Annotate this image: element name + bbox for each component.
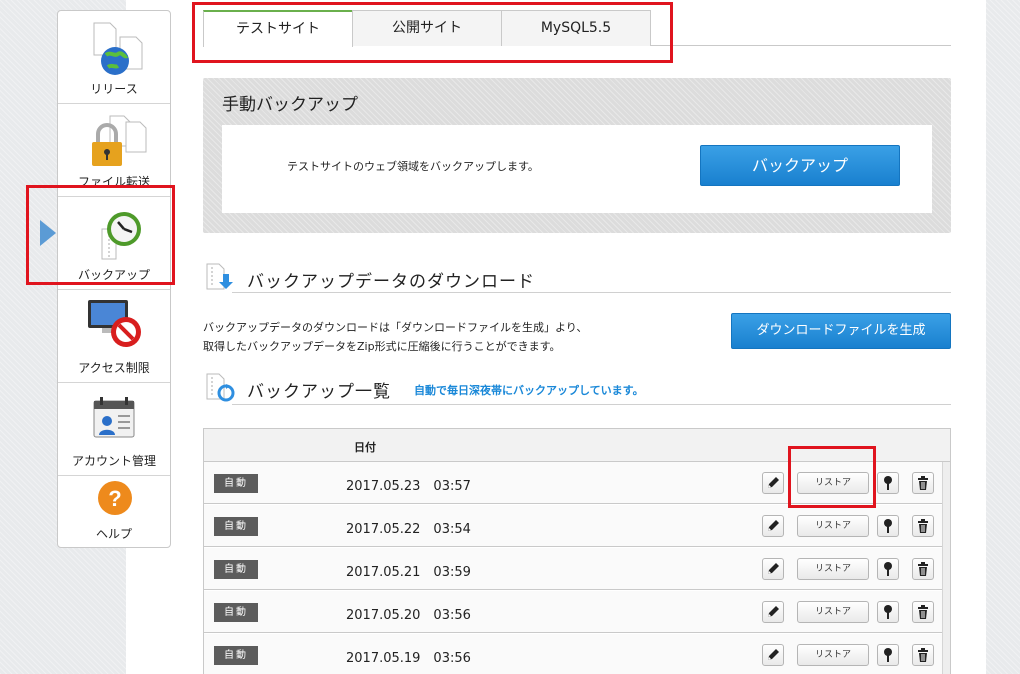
delete-button[interactable]	[912, 558, 934, 580]
pencil-icon	[768, 649, 779, 660]
backup-date: 2017.05.23 03:57	[346, 479, 471, 494]
backup-list-document-icon	[206, 373, 235, 402]
backup-type-badge: 自動	[214, 560, 258, 579]
svg-text:?: ?	[108, 486, 121, 511]
download-description-line1: バックアップデータのダウンロードは「ダウンロードファイルを生成」より、	[203, 321, 588, 334]
table-row: 自動 2017.05.22 03:54 リストア	[204, 505, 942, 547]
edit-button[interactable]	[762, 515, 784, 537]
sidebar-item-label: リリース	[90, 82, 138, 96]
release-globe-icon	[93, 22, 143, 75]
sidebar-item-help[interactable]: ? ヘルプ	[58, 476, 170, 548]
calendar-account-icon	[93, 397, 135, 438]
highlight-box-tabs	[192, 2, 673, 63]
delete-button[interactable]	[912, 601, 934, 623]
pencil-icon	[768, 477, 779, 488]
pencil-icon	[768, 563, 779, 574]
pencil-icon	[768, 606, 779, 617]
restore-button[interactable]: リストア	[797, 644, 869, 666]
delete-button[interactable]	[912, 515, 934, 537]
edit-button[interactable]	[762, 644, 784, 666]
backup-list-title: バックアップ一覧	[247, 382, 391, 402]
divider	[232, 404, 951, 405]
highlight-box-restore	[788, 446, 876, 508]
sidebar-item-release[interactable]: リリース	[58, 11, 170, 104]
divider	[232, 292, 951, 293]
backup-type-badge: 自動	[214, 603, 258, 622]
pin-icon	[884, 605, 892, 619]
backup-date: 2017.05.22 03:54	[346, 522, 471, 537]
highlight-box-sidebar-backup	[26, 185, 175, 285]
trash-icon	[918, 648, 928, 662]
restore-button[interactable]: リストア	[797, 515, 869, 537]
restore-button[interactable]: リストア	[797, 601, 869, 623]
download-document-icon	[206, 263, 233, 290]
generate-download-file-button[interactable]: ダウンロードファイルを生成	[731, 313, 951, 349]
delete-button[interactable]	[912, 472, 934, 494]
edit-button[interactable]	[762, 601, 784, 623]
delete-button[interactable]	[912, 644, 934, 666]
pin-icon	[884, 648, 892, 662]
backup-date: 2017.05.20 03:56	[346, 608, 471, 623]
manual-backup-box: テストサイトのウェブ領域をバックアップします。 バックアップ	[222, 125, 932, 213]
column-header-date: 日付	[354, 441, 376, 454]
lock-files-icon	[92, 115, 147, 166]
pin-icon	[884, 476, 892, 490]
pin-button[interactable]	[877, 558, 899, 580]
edit-button[interactable]	[762, 558, 784, 580]
monitor-no-entry-icon	[88, 300, 141, 347]
backup-date: 2017.05.19 03:56	[346, 651, 471, 666]
sidebar-item-account[interactable]: アカウント管理	[58, 383, 170, 476]
backup-type-badge: 自動	[214, 517, 258, 536]
download-description-line2: 取得したバックアップデータをZip形式に圧縮後に行うことができます。	[203, 340, 561, 353]
table-scrollbar[interactable]	[942, 462, 950, 674]
manual-backup-description: テストサイトのウェブ領域をバックアップします。	[287, 160, 539, 173]
manual-backup-panel: 手動バックアップ テストサイトのウェブ領域をバックアップします。 バックアップ	[203, 78, 951, 233]
sidebar-item-label: アクセス制限	[78, 361, 150, 375]
backup-type-badge: 自動	[214, 474, 258, 493]
trash-icon	[918, 605, 928, 619]
edit-button[interactable]	[762, 472, 784, 494]
sidebar-item-file-transfer[interactable]: ファイル転送	[58, 104, 170, 197]
table-row: 自動 2017.05.21 03:59 リストア	[204, 548, 942, 590]
pin-icon	[884, 562, 892, 576]
trash-icon	[918, 476, 928, 490]
auto-backup-note: 自動で毎日深夜帯にバックアップしています。	[414, 384, 644, 397]
pin-icon	[884, 519, 892, 533]
pencil-icon	[768, 520, 779, 531]
sidebar-item-label: アカウント管理	[71, 454, 156, 468]
pin-button[interactable]	[877, 644, 899, 666]
pin-button[interactable]	[877, 515, 899, 537]
backup-type-badge: 自動	[214, 646, 258, 665]
table-row: 自動 2017.05.19 03:56 リストア	[204, 634, 942, 674]
trash-icon	[918, 562, 928, 576]
sidebar-item-access-restriction[interactable]: アクセス制限	[58, 290, 170, 383]
pin-button[interactable]	[877, 472, 899, 494]
sidebar-item-label: ヘルプ	[95, 527, 132, 541]
table-row: 自動 2017.05.20 03:56 リストア	[204, 591, 942, 633]
trash-icon	[918, 519, 928, 533]
download-description: バックアップデータのダウンロードは「ダウンロードファイルを生成」より、 取得した…	[203, 318, 587, 356]
manual-backup-title: 手動バックアップ	[222, 95, 358, 115]
pin-button[interactable]	[877, 601, 899, 623]
restore-button[interactable]: リストア	[797, 558, 869, 580]
backup-button[interactable]: バックアップ	[700, 145, 900, 186]
backup-date: 2017.05.21 03:59	[346, 565, 471, 580]
download-section-title: バックアップデータのダウンロード	[247, 272, 535, 292]
